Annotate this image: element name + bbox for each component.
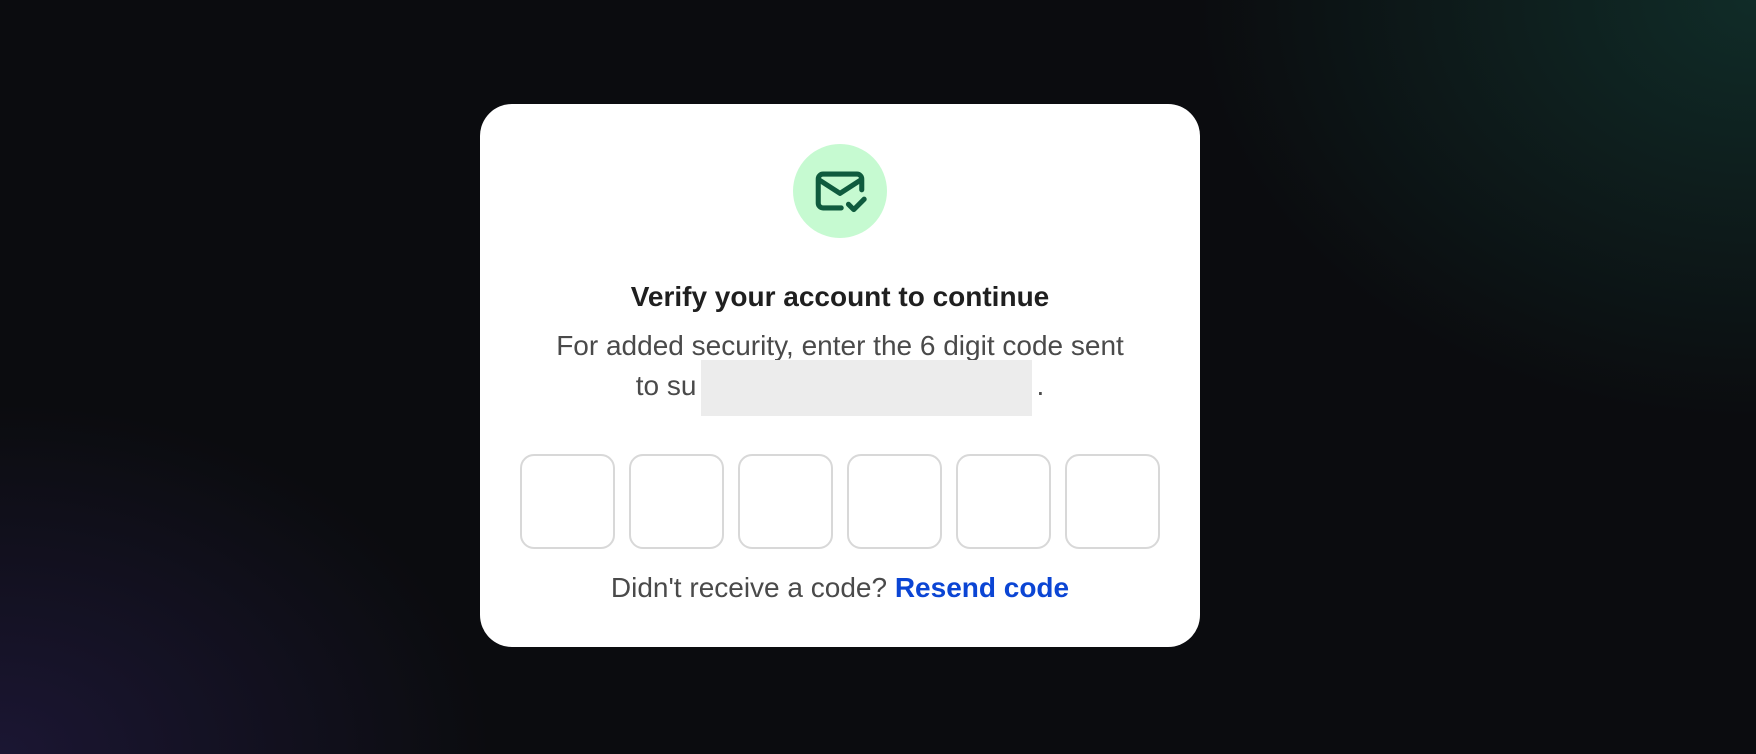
dialog-title: Verify your account to continue [630, 281, 1050, 312]
email-prefix: to su [635, 370, 697, 401]
otp-input-group [520, 454, 1160, 550]
otp-digit-1[interactable] [520, 454, 615, 549]
verification-dialog: Verify your account to continue For adde… [480, 104, 1200, 647]
icon-badge [793, 144, 887, 238]
mail-check-icon [815, 171, 867, 213]
resend-prompt: Didn't receive a code? [610, 572, 888, 603]
email-redaction [701, 360, 1032, 416]
otp-digit-6[interactable] [1065, 454, 1160, 549]
otp-digit-3[interactable] [738, 454, 833, 549]
otp-digit-4[interactable] [847, 454, 942, 549]
resend-row: Didn't receive a code? Resend code [480, 568, 1200, 608]
otp-digit-2[interactable] [629, 454, 724, 549]
email-suffix: . [1036, 370, 1045, 401]
otp-digit-5[interactable] [956, 454, 1051, 549]
resend-code-link[interactable]: Resend code [895, 572, 1069, 603]
